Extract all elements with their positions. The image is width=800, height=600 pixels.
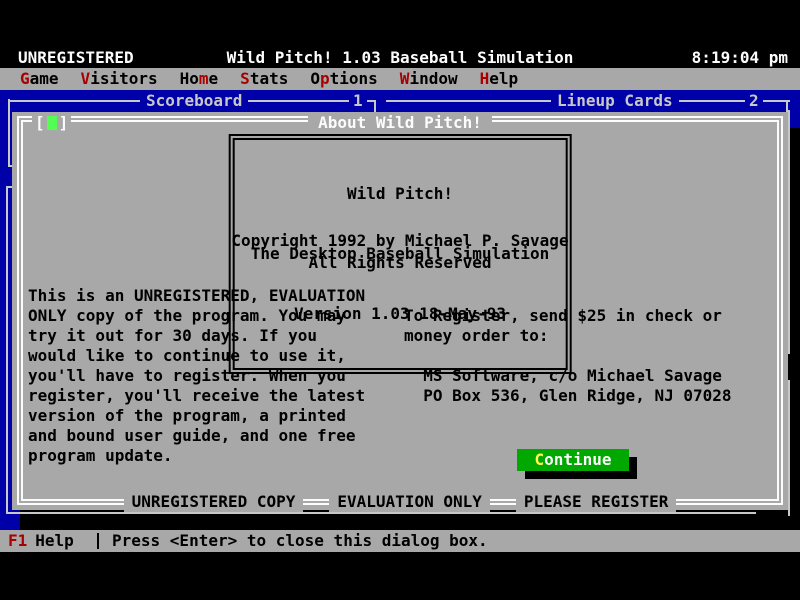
copyright-block: Copyright 1992 by Michael P. Savage All … (12, 230, 788, 274)
continue-button[interactable]: Continue (517, 449, 629, 471)
menu-label-post: ame (30, 69, 59, 88)
menu-hotkey: S (240, 69, 250, 88)
dialog-footer: UNREGISTERED COPY EVALUATION ONLY PLEASE… (12, 491, 788, 513)
menu-label-post: elp (489, 69, 518, 88)
menu-label-post: e (209, 69, 219, 88)
menu-hotkey: V (81, 69, 91, 88)
continue-button-hotkey: C (534, 450, 544, 469)
menu-label-post: indow (409, 69, 457, 88)
statusbar-divider (97, 533, 99, 549)
menu-item-options[interactable]: Options (310, 68, 377, 90)
menu-hotkey: p (320, 69, 330, 88)
menu-hotkey: m (199, 69, 209, 88)
menu-item-window[interactable]: Window (400, 68, 458, 90)
menu-label-post: tats (250, 69, 289, 88)
menu-item-game[interactable]: Game (20, 68, 59, 90)
desktop: Scoreboard 1 Lineup Cards 2 [ (0, 90, 800, 530)
menu-hotkey: G (20, 69, 30, 88)
menubar: Game Visitors Home Stats Options Window … (0, 68, 800, 90)
menu-item-stats[interactable]: Stats (240, 68, 288, 90)
copyright-line1: Copyright 1992 by Michael P. Savage (12, 230, 788, 252)
app-title: Wild Pitch! 1.03 Baseball Simulation (0, 48, 800, 68)
statusbar-message: Press <Enter> to close this dialog box. (112, 530, 488, 552)
clock: 8:19:04 pm (692, 48, 788, 68)
evaluation-text: This is an UNREGISTERED, EVALUATION ONLY… (28, 286, 394, 466)
lineup-cards-window-titlebar[interactable]: Lineup Cards 2 (386, 92, 790, 110)
footer-unregistered-copy: UNREGISTERED COPY (124, 492, 304, 512)
registration-info-text: To Register, send $25 in check or money … (404, 306, 732, 466)
menu-label-pre: Ho (180, 69, 199, 88)
dialog-title: About Wild Pitch! (308, 113, 492, 132)
f1-key-label: F1 (8, 531, 27, 550)
app-titlebar: UNREGISTERED Wild Pitch! 1.03 Baseball S… (0, 48, 800, 68)
menu-item-home[interactable]: Home (180, 68, 219, 90)
menu-hotkey: H (480, 69, 490, 88)
statusbar: F1 Help Press <Enter> to close this dialo… (0, 530, 800, 552)
menu-item-visitors[interactable]: Visitors (81, 68, 158, 90)
menu-hotkey: W (400, 69, 410, 88)
background-window-border (6, 186, 8, 514)
dialog-body-columns: This is an UNREGISTERED, EVALUATION ONLY… (28, 286, 778, 466)
footer-please-register: PLEASE REGISTER (516, 492, 677, 512)
scoreboard-window-titlebar[interactable]: Scoreboard 1 (8, 92, 376, 110)
dialog-titlebar: About Wild Pitch! (12, 114, 788, 132)
continue-button-label: ontinue (544, 450, 611, 469)
lineup-cards-window-border (788, 110, 790, 354)
menu-label-post: tions (330, 69, 378, 88)
footer-evaluation-only: EVALUATION ONLY (329, 492, 490, 512)
lineup-cards-window-number: 2 (745, 92, 763, 110)
f1-help-button[interactable]: F1 Help (8, 530, 74, 552)
background-window-border (788, 380, 790, 516)
scoreboard-window-border (8, 99, 10, 167)
menu-label-pre: O (310, 69, 320, 88)
scoreboard-window-number: 1 (349, 92, 367, 110)
dialog-shadow (30, 514, 770, 526)
scoreboard-title: Scoreboard (140, 92, 248, 110)
scoreboard-window-border-corner (374, 100, 376, 112)
menu-item-help[interactable]: Help (480, 68, 519, 90)
menu-label-post: isitors (90, 69, 157, 88)
product-name: Wild Pitch! (251, 184, 550, 204)
screen: UNREGISTERED Wild Pitch! 1.03 Baseball S… (0, 0, 800, 600)
lineup-cards-title: Lineup Cards (551, 92, 679, 110)
help-label: Help (35, 531, 74, 550)
copyright-line2: All Rights Reserved (12, 252, 788, 274)
about-dialog: [ ] About Wild Pitch! Wild Pitch! The De… (12, 112, 788, 510)
